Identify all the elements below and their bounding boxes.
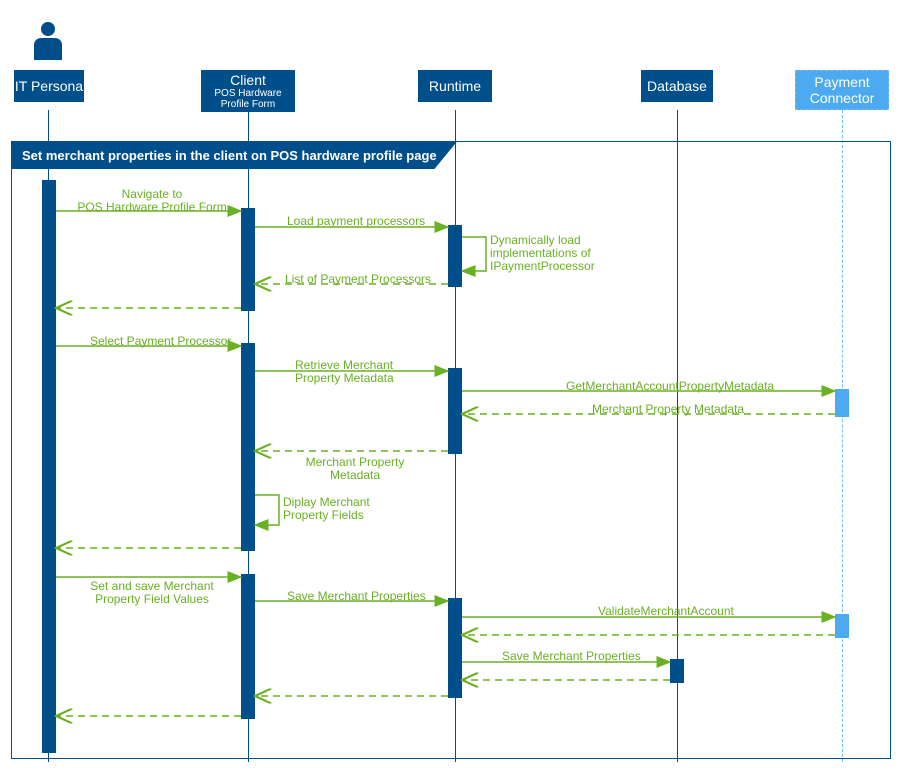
msg-set-save: Set and save MerchantProperty Field Valu…: [72, 580, 232, 606]
msg-display-fields: Diplay MerchantProperty Fields: [283, 496, 370, 522]
sequence-diagram: IT Persona Client POS Hardware Profile F…: [0, 0, 902, 768]
msg-get-merchant-meta: GetMerchantAccountPropertyMetadata: [566, 380, 774, 393]
msg-navigate: Navigate toPOS Hardware Profile Form: [72, 188, 232, 214]
msg-dynamic-load: Dynamically loadimplementations ofIPayme…: [490, 234, 595, 273]
msg-select-processor: Select Payment Processor: [90, 335, 231, 348]
msg-load-processors: Load payment processors: [287, 215, 425, 228]
msg-list-processors: List of Payment Processors: [285, 273, 431, 286]
msg-save-props: Save Merchant Properties: [287, 590, 426, 603]
msg-merchant-meta-back: Merchant PropertyMetadata: [290, 456, 420, 482]
msg-merchant-meta-return: Merchant Property Metadata: [592, 403, 744, 416]
msg-save-props-db: Save Merchant Properties: [502, 650, 641, 663]
msg-retrieve-meta: Retrieve MerchantProperty Metadata: [295, 359, 394, 385]
msg-validate: ValidateMerchantAccount: [598, 605, 734, 618]
